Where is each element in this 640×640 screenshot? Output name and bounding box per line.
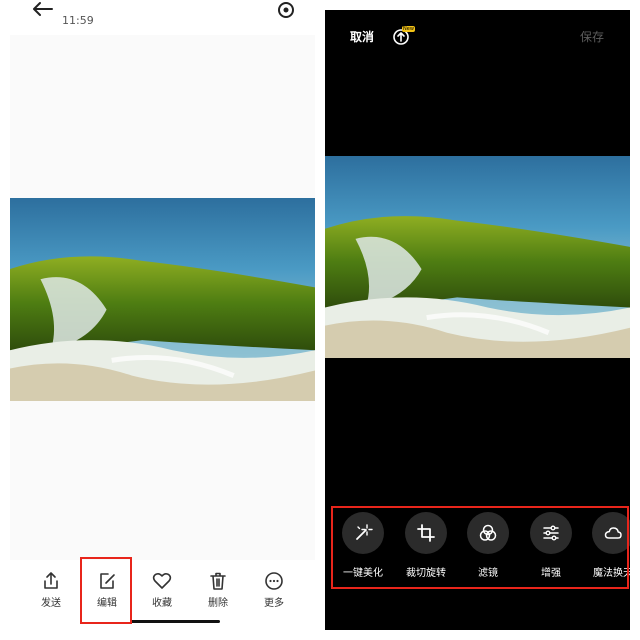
heart-icon — [152, 572, 172, 589]
tools-highlight-box — [331, 506, 629, 589]
cancel-button[interactable]: 取消 — [350, 28, 374, 45]
toolbar-label: 发送 — [41, 598, 61, 609]
more-icon — [265, 572, 283, 590]
photo-editor-screen: 取消 New 保存 一键美化 裁切旋转 滤镜 增强 魔法换天 — [325, 10, 630, 630]
save-button[interactable]: 保存 — [580, 28, 604, 45]
toolbar-item-favorite[interactable]: 收藏 — [135, 570, 189, 609]
toolbar-item-delete[interactable]: 删除 — [191, 570, 245, 609]
toolbar-label: 收藏 — [152, 598, 172, 609]
toolbar-item-more[interactable]: 更多 — [247, 570, 301, 609]
back-arrow-icon[interactable] — [30, 0, 54, 16]
edit-highlight-box — [80, 557, 132, 624]
wave-photo — [10, 198, 315, 401]
toolbar-label: 删除 — [208, 598, 228, 609]
share-icon — [44, 572, 58, 589]
status-time: 11:59 — [62, 14, 94, 27]
home-indicator — [130, 620, 220, 623]
wave-photo — [325, 156, 630, 358]
toolbar-item-send[interactable]: 发送 — [24, 570, 78, 609]
lens-icon[interactable] — [276, 0, 296, 20]
trash-icon — [210, 572, 226, 590]
photo-viewer-screen: 11:59 发送 编辑 收藏 删除 更多 — [0, 0, 322, 640]
new-badge: New — [402, 26, 415, 32]
toolbar-label: 更多 — [264, 598, 284, 609]
